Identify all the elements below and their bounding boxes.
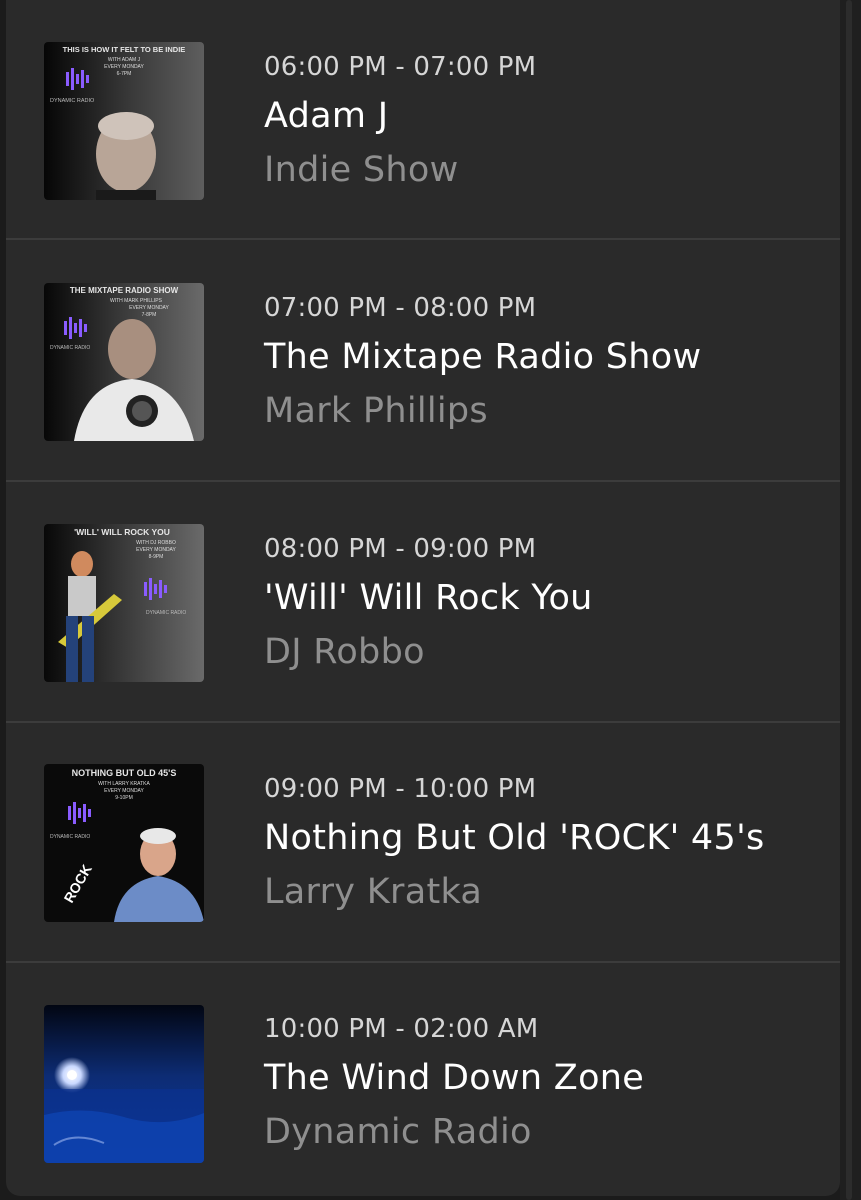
schedule-panel: THIS IS HOW IT FELT TO BE INDIE WITH ADA… — [6, 0, 840, 1196]
show-host: Mark Phillips — [264, 391, 488, 431]
svg-text:'WILL' WILL ROCK YOU: 'WILL' WILL ROCK YOU — [74, 527, 170, 537]
svg-text:DYNAMIC RADIO: DYNAMIC RADIO — [50, 834, 90, 840]
svg-text:WITH DJ ROBBO: WITH DJ ROBBO — [136, 540, 176, 546]
row-divider — [6, 480, 840, 482]
show-title: The Mixtape Radio Show — [264, 337, 702, 377]
show-time: 07:00 PM - 08:00 PM — [264, 293, 537, 323]
svg-text:DYNAMIC RADIO: DYNAMIC RADIO — [50, 345, 90, 351]
show-time: 08:00 PM - 09:00 PM — [264, 534, 537, 564]
show-host: Larry Kratka — [264, 872, 483, 912]
svg-text:EVERY MONDAY: EVERY MONDAY — [104, 64, 144, 70]
show-artwork: THIS IS HOW IT FELT TO BE INDIE WITH ADA… — [44, 42, 204, 200]
svg-text:DYNAMIC RADIO: DYNAMIC RADIO — [50, 98, 95, 104]
svg-text:WITH MARK PHILLIPS: WITH MARK PHILLIPS — [110, 298, 163, 304]
show-title: 'Will' Will Rock You — [264, 578, 593, 618]
svg-text:DYNAMIC RADIO: DYNAMIC RADIO — [146, 610, 186, 616]
svg-text:EVERY MONDAY: EVERY MONDAY — [129, 305, 169, 311]
svg-text:8-9PM: 8-9PM — [149, 554, 164, 560]
show-title: Adam J — [264, 96, 389, 136]
svg-text:EVERY MONDAY: EVERY MONDAY — [136, 547, 176, 553]
svg-text:WITH LARRY KRATKA: WITH LARRY KRATKA — [98, 781, 150, 787]
list-item[interactable]: 10:00 PM - 02:00 AM The Wind Down Zone D… — [6, 963, 840, 1196]
show-artwork: THE MIXTAPE RADIO SHOW WITH MARK PHILLIP… — [44, 283, 204, 441]
svg-text:EVERY MONDAY: EVERY MONDAY — [104, 788, 144, 794]
list-item[interactable]: THIS IS HOW IT FELT TO BE INDIE WITH ADA… — [6, 0, 840, 240]
list-item[interactable]: NOTHING BUT OLD 45'S WITH LARRY KRATKA E… — [6, 723, 840, 963]
show-time: 06:00 PM - 07:00 PM — [264, 52, 537, 82]
show-time: 10:00 PM - 02:00 AM — [264, 1014, 539, 1044]
row-divider — [6, 238, 840, 240]
list-item[interactable]: 'WILL' WILL ROCK YOU WITH DJ ROBBO EVERY… — [6, 483, 840, 723]
svg-text:7-8PM: 7-8PM — [142, 312, 157, 318]
svg-text:THIS IS HOW IT FELT TO BE INDI: THIS IS HOW IT FELT TO BE INDIE — [63, 45, 186, 54]
svg-text:9-10PM: 9-10PM — [115, 795, 133, 801]
svg-text:6-7PM: 6-7PM — [117, 71, 132, 77]
show-artwork — [44, 1005, 204, 1163]
list-item[interactable]: THE MIXTAPE RADIO SHOW WITH MARK PHILLIP… — [6, 242, 840, 482]
svg-text:THE MIXTAPE RADIO SHOW: THE MIXTAPE RADIO SHOW — [70, 286, 179, 295]
show-time: 09:00 PM - 10:00 PM — [264, 774, 537, 804]
show-host: Dynamic Radio — [264, 1112, 532, 1152]
show-artwork: NOTHING BUT OLD 45'S WITH LARRY KRATKA E… — [44, 764, 204, 922]
svg-text:NOTHING BUT OLD 45'S: NOTHING BUT OLD 45'S — [72, 768, 177, 778]
show-host: DJ Robbo — [264, 632, 425, 672]
show-artwork: 'WILL' WILL ROCK YOU WITH DJ ROBBO EVERY… — [44, 524, 204, 682]
svg-text:WITH ADAM J: WITH ADAM J — [108, 57, 141, 63]
show-title: The Wind Down Zone — [264, 1058, 645, 1098]
show-host: Indie Show — [264, 150, 459, 190]
scrollbar-thumb[interactable] — [846, 0, 852, 1200]
show-title: Nothing But Old 'ROCK' 45's — [264, 818, 765, 858]
